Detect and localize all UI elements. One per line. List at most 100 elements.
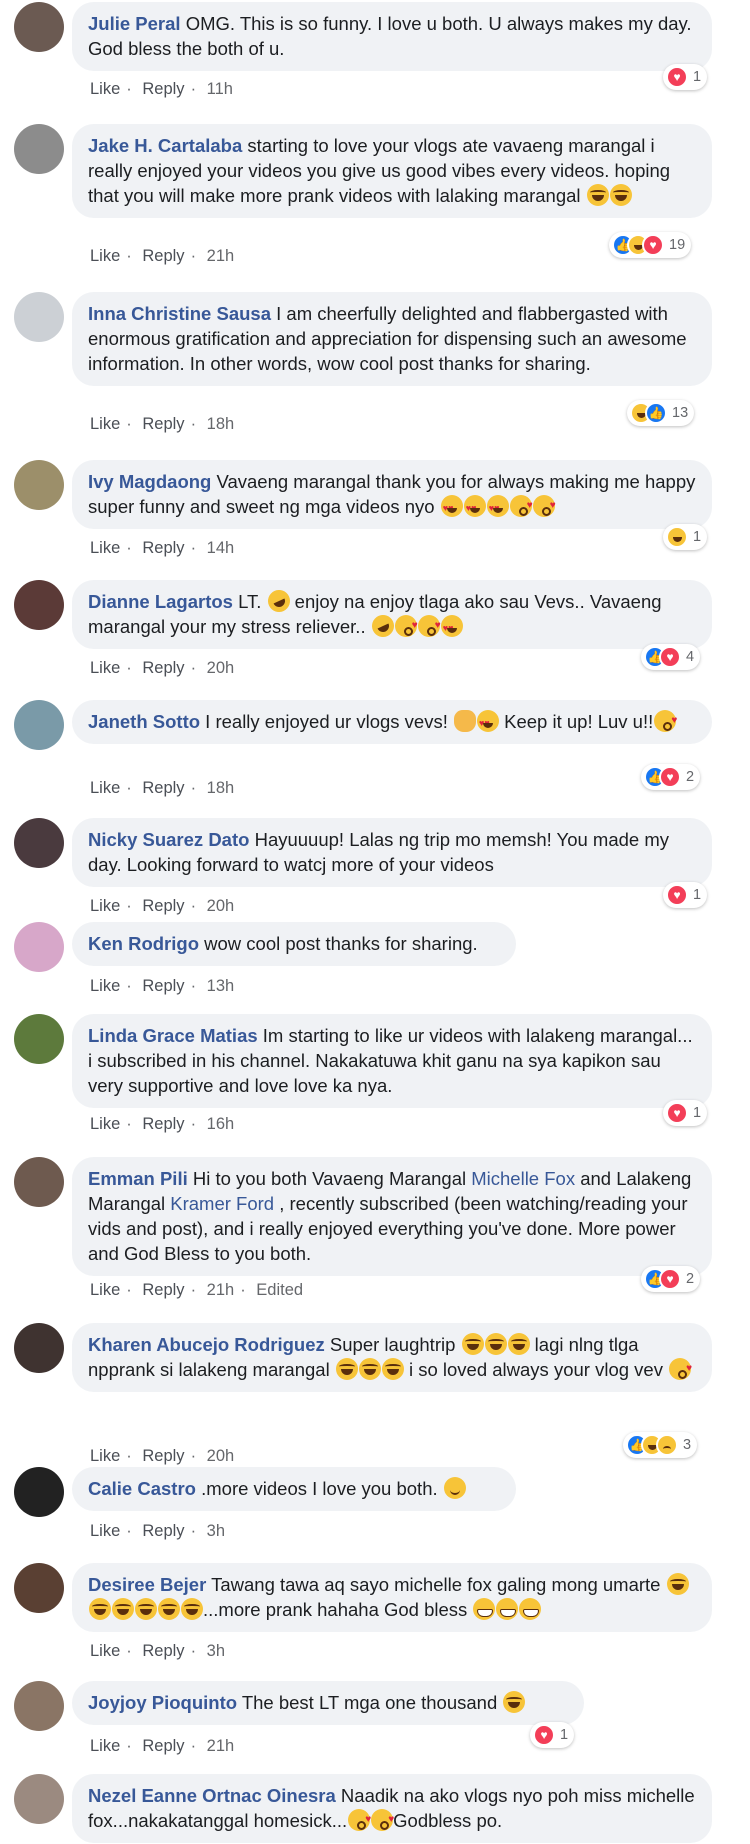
comment-bubble: Ivy Magdaong Vavaeng marangal thank you … <box>72 460 712 529</box>
comment-author[interactable]: Desiree Bejer <box>88 1574 206 1595</box>
timestamp[interactable]: 21h <box>207 247 235 265</box>
reply-link[interactable]: Reply <box>142 659 184 677</box>
comment-author[interactable]: Nicky Suarez Dato <box>88 829 249 850</box>
reaction-summary[interactable]: ♥ 1 <box>663 882 708 908</box>
like-link[interactable]: Like <box>90 415 120 433</box>
reaction-summary[interactable]: ♥ 1 <box>663 64 708 90</box>
avatar[interactable] <box>14 460 64 510</box>
mention-link[interactable]: Kramer Ford <box>170 1193 274 1214</box>
comment-author[interactable]: Joyjoy Pioquinto <box>88 1692 237 1713</box>
reply-link[interactable]: Reply <box>142 1281 184 1299</box>
reaction-count: 1 <box>693 69 702 85</box>
timestamp[interactable]: 11h <box>207 80 233 98</box>
timestamp[interactable]: 21h <box>207 1737 235 1755</box>
comment-bubble: Emman Pili Hi to you both Vavaeng Marang… <box>72 1157 712 1276</box>
like-link[interactable]: Like <box>90 659 120 677</box>
reply-link[interactable]: Reply <box>142 1447 184 1465</box>
reply-link[interactable]: Reply <box>142 1737 184 1755</box>
like-link[interactable]: Like <box>90 1642 120 1660</box>
reply-link[interactable]: Reply <box>142 247 184 265</box>
reply-link[interactable]: Reply <box>142 1522 184 1540</box>
avatar[interactable] <box>14 1774 64 1824</box>
timestamp[interactable]: 16h <box>207 1115 235 1133</box>
timestamp[interactable]: 20h <box>207 1447 235 1465</box>
comment-author[interactable]: Julie Peral <box>88 13 181 34</box>
heart-eyes-emoji-icon <box>476 710 499 736</box>
comment-author[interactable]: Calie Castro <box>88 1478 196 1499</box>
reply-link[interactable]: Reply <box>142 539 184 557</box>
avatar[interactable] <box>14 292 64 342</box>
reaction-summary[interactable]: ♥ 1 <box>663 1100 708 1126</box>
comment-actions: Like · Reply · 16h <box>90 1115 235 1133</box>
like-link[interactable]: Like <box>90 80 120 98</box>
comment-author[interactable]: Dianne Lagartos <box>88 591 233 612</box>
timestamp[interactable]: 20h <box>207 659 235 677</box>
reaction-summary[interactable]: 👍 3 <box>623 1432 698 1458</box>
reply-link[interactable]: Reply <box>142 977 184 995</box>
comment-author[interactable]: Kharen Abucejo Rodriguez <box>88 1334 325 1355</box>
like-link[interactable]: Like <box>90 247 120 265</box>
like-link[interactable]: Like <box>90 1737 120 1755</box>
comment-author[interactable]: Jake H. Cartalaba <box>88 135 242 156</box>
avatar[interactable] <box>14 2 64 52</box>
like-link[interactable]: Like <box>90 977 120 995</box>
reply-link[interactable]: Reply <box>142 1115 184 1133</box>
timestamp[interactable]: 3h <box>207 1642 225 1660</box>
avatar[interactable] <box>14 1467 64 1517</box>
timestamp[interactable]: 21h <box>207 1281 235 1299</box>
edited-label[interactable]: Edited <box>256 1281 303 1299</box>
like-link[interactable]: Like <box>90 1281 120 1299</box>
laughing-emoji-icon <box>181 1598 203 1620</box>
comment-author[interactable]: Linda Grace Matias <box>88 1025 258 1046</box>
reply-link[interactable]: Reply <box>142 415 184 433</box>
comment-author[interactable]: Ken Rodrigo <box>88 933 199 954</box>
comment-actions: Like · Reply · 3h <box>90 1522 226 1540</box>
avatar[interactable] <box>14 922 64 972</box>
reaction-summary[interactable]: 👍 ♥ 19 <box>609 232 692 258</box>
reaction-summary[interactable]: 👍 ♥ 4 <box>641 644 701 670</box>
reply-link[interactable]: Reply <box>142 897 184 915</box>
avatar[interactable] <box>14 1157 64 1207</box>
like-link[interactable]: Like <box>90 1522 120 1540</box>
comment-author[interactable]: Nezel Eanne Ortnac Oinesra <box>88 1785 336 1806</box>
kiss-emoji-icon <box>394 613 418 638</box>
laughing-emoji-icon <box>335 1358 358 1380</box>
timestamp[interactable]: 3h <box>207 1522 225 1540</box>
avatar[interactable] <box>14 818 64 868</box>
reply-link[interactable]: Reply <box>142 779 184 797</box>
love-reaction-icon: ♥ <box>533 1724 555 1746</box>
like-link[interactable]: Like <box>90 1115 120 1133</box>
reaction-summary[interactable]: 1 <box>663 524 708 550</box>
comment-author[interactable]: Janeth Sotto <box>88 711 200 732</box>
avatar[interactable] <box>14 1563 64 1613</box>
avatar[interactable] <box>14 1014 64 1064</box>
reaction-summary[interactable]: ♥ 1 <box>530 1722 575 1748</box>
heart-eyes-emoji-icon <box>486 495 509 521</box>
reaction-summary[interactable]: 👍 13 <box>627 400 695 426</box>
comment-author[interactable]: Inna Christine Sausa <box>88 303 271 324</box>
timestamp[interactable]: 14h <box>207 539 235 557</box>
timestamp[interactable]: 13h <box>207 977 235 995</box>
mention-link[interactable]: Michelle Fox <box>471 1168 575 1189</box>
timestamp[interactable]: 20h <box>207 897 235 915</box>
love-reaction-icon: ♥ <box>659 646 681 668</box>
comment-actions: Like · Reply · 11h <box>90 80 233 98</box>
avatar[interactable] <box>14 700 64 750</box>
avatar[interactable] <box>14 1323 64 1373</box>
avatar[interactable] <box>14 580 64 630</box>
reaction-summary[interactable]: 👍 ♥ 2 <box>641 764 701 790</box>
like-link[interactable]: Like <box>90 897 120 915</box>
like-link[interactable]: Like <box>90 1447 120 1465</box>
timestamp[interactable]: 18h <box>207 415 235 433</box>
like-link[interactable]: Like <box>90 779 120 797</box>
avatar[interactable] <box>14 1681 64 1731</box>
reply-link[interactable]: Reply <box>142 1642 184 1660</box>
like-link[interactable]: Like <box>90 539 120 557</box>
comment-bubble: Kharen Abucejo Rodriguez Super laughtrip… <box>72 1323 712 1392</box>
reply-link[interactable]: Reply <box>142 80 184 98</box>
avatar[interactable] <box>14 124 64 174</box>
comment-author[interactable]: Ivy Magdaong <box>88 471 211 492</box>
timestamp[interactable]: 18h <box>207 779 235 797</box>
comment-author[interactable]: Emman Pili <box>88 1168 188 1189</box>
reaction-summary[interactable]: 👍 ♥ 2 <box>641 1266 701 1292</box>
